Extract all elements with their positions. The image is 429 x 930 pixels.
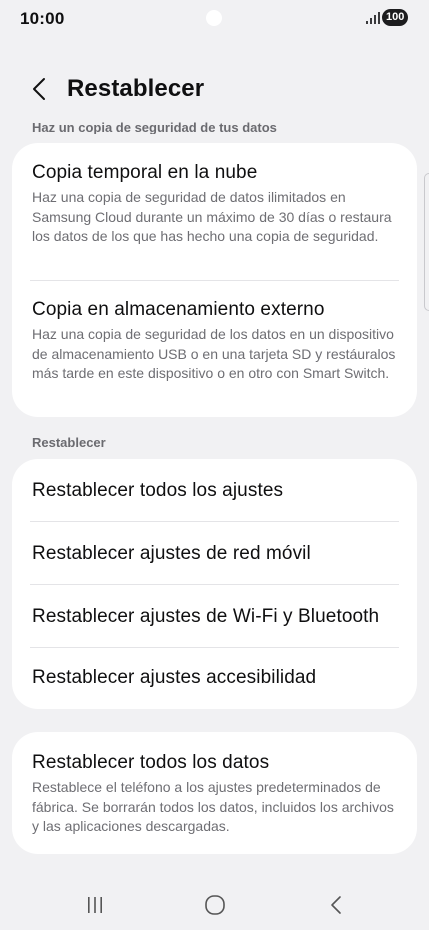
home-icon — [205, 895, 225, 915]
nav-back-button[interactable] — [311, 890, 361, 920]
reset-all-settings-item[interactable]: Restablecer todos los ajustes — [32, 459, 397, 522]
cloud-backup-item[interactable]: Copia temporal en la nube Haz una copia … — [32, 161, 397, 247]
scroll-indicator[interactable] — [424, 173, 429, 311]
item-description: Haz una copia de seguridad de los datos … — [32, 326, 396, 381]
item-description: Haz una copia de seguridad de datos ilim… — [32, 189, 392, 244]
reset-wifi-bluetooth-item[interactable]: Restablecer ajustes de Wi-Fi y Bluetooth — [32, 585, 397, 648]
navigation-bar — [0, 880, 429, 930]
reset-accessibility-item[interactable]: Restablecer ajustes accesibilidad — [32, 646, 397, 709]
signal-icon — [366, 12, 380, 24]
chevron-left-icon — [33, 78, 45, 100]
status-bar: 10:00 100 — [0, 0, 429, 38]
back-icon — [331, 896, 341, 914]
recent-apps-icon — [88, 897, 102, 913]
backup-card: Copia temporal en la nube Haz una copia … — [12, 143, 417, 417]
factory-reset-card: Restablecer todos los datos Restablece e… — [12, 732, 417, 854]
app-header: Restablecer — [0, 68, 429, 112]
back-button[interactable] — [26, 74, 52, 104]
home-button[interactable] — [190, 890, 240, 920]
factory-reset-item[interactable]: Restablecer todos los datos Restablece e… — [32, 751, 397, 837]
section-label-backup: Haz un copia de seguridad de tus datos — [32, 120, 277, 134]
camera-cutout — [206, 10, 222, 26]
item-title: Restablecer todos los datos — [32, 752, 270, 773]
reset-card: Restablecer todos los ajustes Restablece… — [12, 459, 417, 709]
page-title: Restablecer — [67, 75, 205, 102]
external-storage-backup-item[interactable]: Copia en almacenamiento externo Haz una … — [32, 298, 397, 384]
recent-apps-button[interactable] — [70, 890, 120, 920]
item-title: Copia en almacenamiento externo — [32, 299, 325, 320]
divider — [30, 280, 399, 281]
section-label-reset: Restablecer — [32, 435, 106, 450]
battery-icon: 100 — [382, 9, 409, 26]
reset-mobile-network-item[interactable]: Restablecer ajustes de red móvil — [32, 522, 397, 585]
status-time: 10:00 — [20, 9, 65, 28]
item-description: Restablece el teléfono a los ajustes pre… — [32, 779, 394, 834]
item-title: Copia temporal en la nube — [32, 162, 258, 183]
